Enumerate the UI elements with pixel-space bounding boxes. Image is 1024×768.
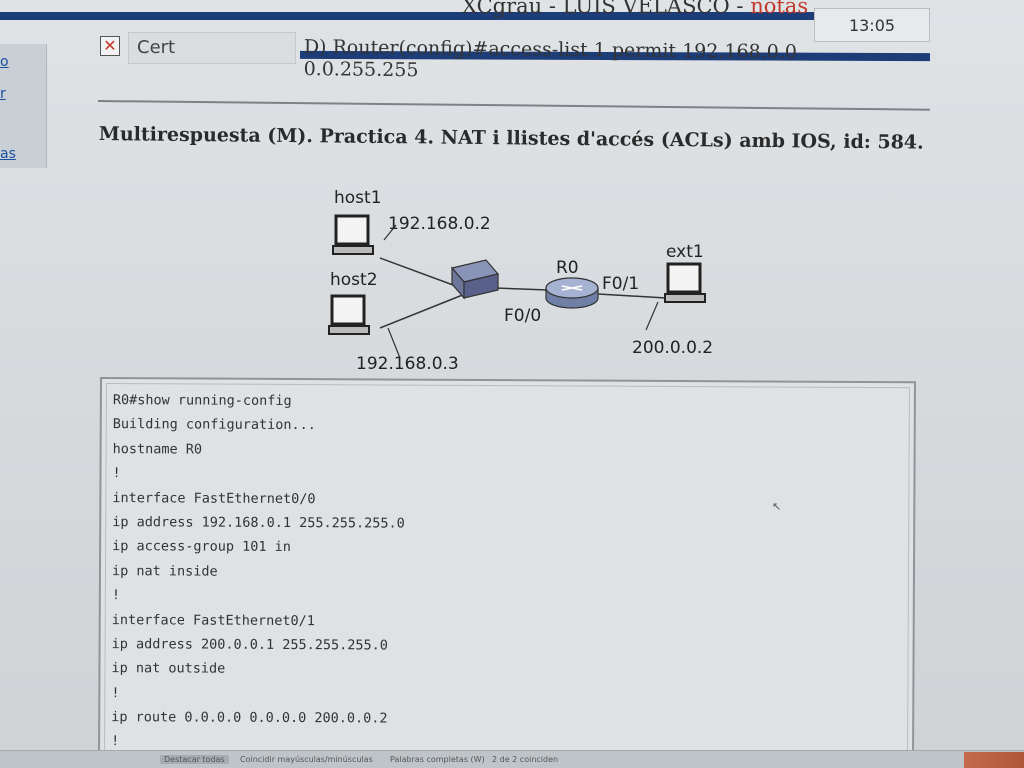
find-bar: Destacar todas Coincidir mayúsculas/minú… <box>0 750 1024 768</box>
running-config-box: R0#show running-config Building configur… <box>97 377 916 768</box>
notas-link[interactable]: notas <box>750 0 808 18</box>
sidebar-link-3[interactable]: as <box>0 146 16 162</box>
running-config-text: R0#show running-config Building configur… <box>103 383 910 768</box>
header-title: XCgrau - LUIS VELASCO - notas <box>462 0 808 18</box>
highlight-all-button[interactable]: Destacar todas <box>160 755 229 764</box>
header-title-main: XCgrau - LUIS VELASCO - <box>462 0 751 18</box>
divider <box>97 100 930 111</box>
match-case-checkbox[interactable]: Coincidir mayúsculas/minúsculas <box>240 755 373 764</box>
whole-words-checkbox[interactable]: Palabras completas (W) <box>390 755 485 764</box>
link-switch-router <box>494 287 549 291</box>
ext1-computer-icon <box>664 262 706 303</box>
question-title: Multirespuesta (M). Practica 4. NAT i ll… <box>98 122 924 154</box>
screen: XCgrau - LUIS VELASCO - notas 13:05 o r … <box>0 0 1024 768</box>
config-line: ip address 200.0.0.1 255.255.255.0 <box>111 635 388 654</box>
taskbar-tray <box>964 752 1024 768</box>
link-router-ext1 <box>597 293 667 299</box>
router-if-outside-label: F0/1 <box>602 274 640 294</box>
host1-computer-icon <box>332 214 374 255</box>
ext1-label: ext1 <box>666 242 704 262</box>
leader-ext1-ip <box>645 301 659 331</box>
host1-label: host1 <box>334 188 382 208</box>
clock: 13:05 <box>814 8 930 42</box>
sidebar-link-1[interactable]: o <box>0 54 9 70</box>
switch-icon <box>450 259 500 300</box>
sidebar-link-2[interactable]: r <box>0 86 6 102</box>
mouse-cursor-icon: ↖ <box>772 500 782 513</box>
answer-option-d: D) Router(config)#access-list 1 permit 1… <box>303 36 798 82</box>
match-count: 2 de 2 coinciden <box>492 755 559 764</box>
config-line: Building configuration... <box>112 416 316 434</box>
host2-label: host2 <box>330 270 378 290</box>
host2-computer-icon <box>328 294 370 335</box>
incorrect-mark-icon: ✕ <box>100 36 120 56</box>
router-label: R0 <box>556 258 579 278</box>
ext1-ip-label: 200.0.0.2 <box>632 338 714 358</box>
router-if-inside-label: F0/0 <box>504 306 542 326</box>
sidebar: o r as <box>0 44 47 168</box>
host2-ip-label: 192.168.0.3 <box>356 354 459 374</box>
network-diagram: host1 192.168.0.2 host2 192.168.0.3 R0 F… <box>300 180 740 380</box>
cert-label: Cert <box>128 32 296 64</box>
router-icon <box>545 277 599 309</box>
link-host2-switch <box>379 291 471 329</box>
config-line: ip access-group 101 in <box>112 538 291 556</box>
config-line: ip route 0.0.0.0 0.0.0.0 200.0.0.2 <box>111 709 388 727</box>
host1-ip-label: 192.168.0.2 <box>388 214 491 234</box>
